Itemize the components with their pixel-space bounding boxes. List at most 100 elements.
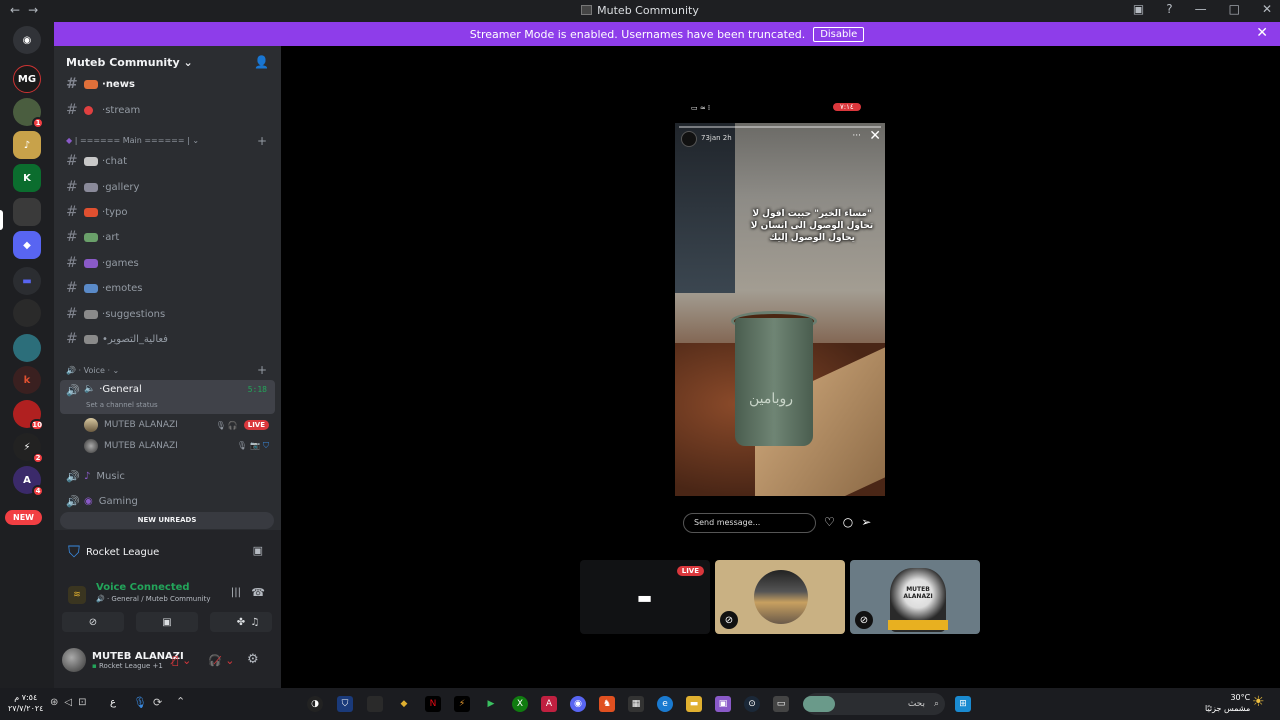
create-voice-channel-icon[interactable]: + <box>257 363 267 377</box>
steam-icon[interactable]: ⊙ <box>744 696 760 712</box>
close-icon[interactable]: ✕ <box>869 128 881 144</box>
server-icon[interactable]: 1 <box>13 98 44 129</box>
voice-channel-music[interactable]: 🔊 ♪ Music <box>60 465 275 487</box>
server-icon[interactable]: ♪ <box>13 131 41 159</box>
new-unreads-pill[interactable]: NEW UNREADS <box>60 512 274 529</box>
mic-icon[interactable]: 🎙 <box>133 696 147 709</box>
hash-icon: # <box>66 102 78 118</box>
sync-icon[interactable]: ⟳ <box>153 696 162 709</box>
stream-preview-icon[interactable]: ▣ <box>253 544 263 557</box>
minimize-button[interactable]: — <box>1195 2 1207 16</box>
folder-icon[interactable]: ▬ <box>13 267 41 295</box>
play-icon[interactable]: ▶ <box>483 696 499 712</box>
voice-user[interactable]: MUTEB ALANAZI 🎙 🎧 LIVE <box>84 416 269 434</box>
disable-streamer-mode-button[interactable]: Disable <box>813 26 865 42</box>
channel-news[interactable]: # · news <box>60 73 275 95</box>
discord-taskbar-icon[interactable]: ◉ <box>570 696 586 712</box>
voice-channel-gaming[interactable]: 🔊 ◉ Gaming <box>60 490 275 512</box>
server-icon[interactable]: ◆ <box>13 231 41 259</box>
settings-gear-icon[interactable]: ⚙ <box>247 652 259 667</box>
voice-user[interactable]: MUTEB ALANAZI 🎙 📷 ⛉ <box>84 437 269 455</box>
chevron-up-icon[interactable]: ⌃ <box>176 695 185 708</box>
channel-emotes[interactable]: # · emotes <box>60 277 275 299</box>
category-main[interactable]: ◆ | ====== Main ====== | ⌄ <box>66 136 199 145</box>
weather-temp: 30°C <box>1230 693 1251 702</box>
clock[interactable]: ٧:٥٤ م ٢٧/٧/٢٠٢٤ <box>8 692 43 714</box>
channel-typo[interactable]: # · typo <box>60 201 275 223</box>
window-title-text: Muteb Community <box>597 4 699 17</box>
netflix-icon[interactable]: N <box>425 696 441 712</box>
help-icon[interactable]: ? <box>1166 2 1172 16</box>
file-explorer-icon[interactable]: ▬ <box>686 696 702 712</box>
voice-connected-label[interactable]: Voice Connected <box>96 582 190 593</box>
server-icon[interactable] <box>13 299 41 327</box>
more-icon[interactable]: ··· <box>852 131 861 141</box>
video-button[interactable]: ⊘ <box>62 612 124 632</box>
app-icon[interactable]: A <box>541 696 557 712</box>
server-icon[interactable]: ⚡ 2 <box>13 433 44 464</box>
deafen-toggle[interactable]: 🎧̸ ⌄ <box>208 654 234 667</box>
channel-stream[interactable]: # · stream <box>60 99 275 121</box>
voice-channel-general[interactable]: 🔊 🔈 · General 5:18 Set a channel status <box>60 380 275 414</box>
app-icon[interactable] <box>367 696 383 712</box>
server-icon[interactable] <box>13 334 41 362</box>
user-tile[interactable]: ⊘ <box>715 560 845 634</box>
invite-people-icon[interactable]: 👤 <box>254 55 269 69</box>
server-icon[interactable]: 10 <box>13 400 44 431</box>
channel-games[interactable]: # · games <box>60 252 275 274</box>
stream-tile[interactable]: LIVE ▬ <box>580 560 710 634</box>
channel-suggestions[interactable]: # · suggestions <box>60 303 275 325</box>
app-icon[interactable]: ▣ <box>715 696 731 712</box>
server-icon[interactable] <box>13 198 41 226</box>
server-icon[interactable]: A4 <box>13 466 44 497</box>
noise-suppression-icon[interactable]: ||| <box>231 587 241 598</box>
story-actions: ♡ ○ ➢ <box>824 515 871 529</box>
app-icon[interactable]: ◆ <box>396 696 412 712</box>
app-icon[interactable]: ▭ <box>773 696 789 712</box>
category-voice[interactable]: 🔊 · Voice · ⌄ <box>66 366 119 375</box>
server-icon-k[interactable]: K <box>13 164 41 192</box>
soundboard-button[interactable]: ♫ <box>236 612 274 632</box>
channel-gallery[interactable]: # · gallery <box>60 176 275 198</box>
discord-home-icon[interactable]: ◉ <box>13 26 41 54</box>
channel-emoji-icon <box>84 79 98 89</box>
channel-chat[interactable]: # · chat <box>60 150 275 172</box>
rocket-league-taskbar-icon[interactable]: ⛉ <box>337 696 353 712</box>
brave-icon[interactable]: ♞ <box>599 696 615 712</box>
input-language[interactable]: ع <box>110 697 116 708</box>
disconnect-icon[interactable]: ☎ <box>251 586 265 599</box>
system-tray-icons[interactable]: ⊛◁⊡ <box>50 697 92 708</box>
create-channel-icon[interactable]: + <box>257 134 267 148</box>
new-servers-pill[interactable]: NEW <box>5 510 42 525</box>
xbox-icon[interactable]: X <box>512 696 528 712</box>
hash-icon: # <box>66 204 78 220</box>
user-info[interactable]: MUTEB ALANAZI ▪ Rocket League +1 <box>62 648 184 672</box>
speaker-icon: 🔊 <box>66 494 80 508</box>
send-icon[interactable]: ➢ <box>861 515 871 529</box>
weather-widget[interactable]: 30°C مشمس جزئيًا <box>1205 692 1250 714</box>
channel-art[interactable]: # · art <box>60 226 275 248</box>
send-message-input[interactable]: Send message... <box>683 513 816 533</box>
voice-location: 🔊 · General / Muteb Community <box>96 595 211 603</box>
store-icon[interactable]: ▦ <box>628 696 644 712</box>
inbox-icon[interactable]: ▣ <box>1133 2 1144 16</box>
server-icon[interactable]: k <box>13 366 41 394</box>
comment-icon[interactable]: ○ <box>843 515 853 529</box>
maximize-button[interactable]: □ <box>1229 2 1240 16</box>
server-icon-mg[interactable]: MG <box>13 65 41 93</box>
edge-icon[interactable]: e <box>657 696 673 712</box>
user-tile[interactable]: MUTEB ALANAZI ⊘ <box>850 560 980 634</box>
channel-status-hint[interactable]: Set a channel status <box>86 401 158 409</box>
app-icon[interactable]: ⚡ <box>454 696 470 712</box>
channel-photography[interactable]: # •فعالية_التصوير <box>60 328 275 350</box>
app-icon[interactable]: ◑ <box>307 696 323 712</box>
close-banner-icon[interactable]: ✕ <box>1256 25 1268 41</box>
activity-row[interactable]: ⛉ Rocket League <box>68 542 159 562</box>
close-window-button[interactable]: ✕ <box>1262 2 1272 16</box>
taskbar-search[interactable]: بحث ⌕ <box>803 693 945 715</box>
windows-start-icon[interactable]: ⊞ <box>955 696 971 712</box>
stream-story-view[interactable]: روبامين 73jan 2h ··· ✕ "مساء الخير" حبيت… <box>675 123 885 496</box>
heart-icon[interactable]: ♡ <box>824 515 835 529</box>
mute-toggle[interactable]: 🎙̸ ⌄ <box>172 654 191 667</box>
screen-share-button[interactable]: ▣ <box>136 612 198 632</box>
